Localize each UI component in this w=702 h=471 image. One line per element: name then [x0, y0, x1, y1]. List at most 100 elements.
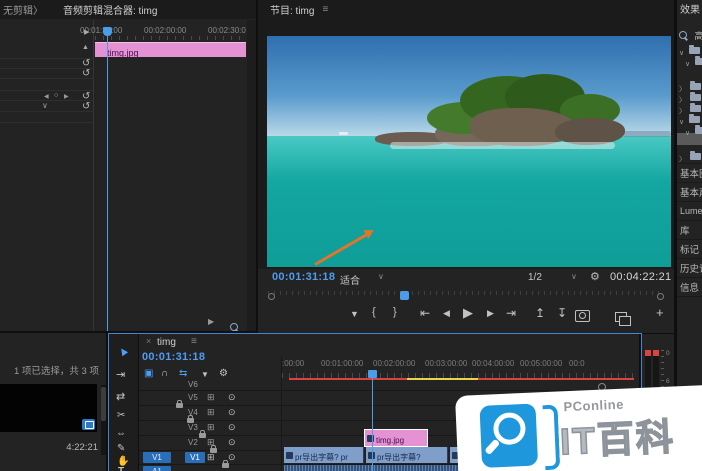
- ripple-edit-tool[interactable]: ⇄: [116, 390, 125, 403]
- play-button[interactable]: ▶: [463, 305, 473, 321]
- sync-lock-icon-v1[interactable]: ⊞: [207, 452, 215, 463]
- track-name-v6[interactable]: V6: [188, 380, 198, 389]
- ec-playhead-line[interactable]: [107, 32, 108, 331]
- lock-icon-v3[interactable]: [199, 433, 206, 438]
- timeline-panel-menu-icon[interactable]: ≡: [191, 336, 197, 347]
- zoom-select-chevron-icon[interactable]: ∨: [378, 272, 384, 281]
- tab-program[interactable]: 节目: timg: [270, 2, 314, 17]
- eye-icon-v3[interactable]: ⊙: [228, 422, 236, 433]
- razor-tool[interactable]: ✂: [117, 410, 125, 421]
- lock-icon-v1[interactable]: [222, 463, 229, 468]
- chevron-down-icon[interactable]: ∨: [685, 130, 690, 137]
- sync-lock-icon-v4[interactable]: ⊞: [207, 407, 215, 418]
- mark-out-button[interactable]: }: [393, 306, 397, 318]
- kf-next-icon[interactable]: ▶: [64, 93, 69, 100]
- clip-timg-v2[interactable]: timg.jpg: [364, 429, 428, 447]
- sync-lock-icon-v5[interactable]: ⊞: [207, 392, 215, 403]
- button-editor-plus[interactable]: +: [656, 305, 664, 320]
- step-forward-button[interactable]: ▶: [487, 308, 494, 319]
- tab-effects[interactable]: 效果: [677, 0, 702, 18]
- playback-resolution-select[interactable]: 1/2: [528, 272, 542, 283]
- pen-tool[interactable]: ✎: [117, 443, 125, 454]
- clip-v1-1[interactable]: pr导出字幕? pr: [284, 447, 364, 463]
- tab-info[interactable]: 信息: [677, 277, 702, 297]
- play-audio-icon[interactable]: ▶: [208, 317, 214, 326]
- param-expand-icon[interactable]: ∨: [42, 101, 48, 110]
- extract-button[interactable]: ↧: [557, 306, 567, 320]
- tab-markers[interactable]: 标记: [677, 239, 702, 258]
- resolution-chevron-icon[interactable]: ∨: [571, 272, 577, 281]
- track-name-v3[interactable]: V3: [188, 423, 198, 432]
- add-marker-button[interactable]: ▼: [350, 309, 359, 319]
- timeline-current-time[interactable]: 00:01:31:18: [142, 351, 205, 363]
- expand-right-icon[interactable]: ▶: [84, 28, 89, 36]
- snap-toggle-icon[interactable]: ∩: [161, 368, 168, 379]
- sync-lock-icon-v2[interactable]: ⊞: [207, 437, 215, 448]
- type-tool[interactable]: T: [118, 466, 124, 471]
- tab-no-clip[interactable]: 无剪辑〉: [3, 2, 43, 17]
- source-patch-v1[interactable]: V1: [143, 452, 171, 463]
- export-frame-button[interactable]: [575, 310, 590, 322]
- effects-search[interactable]: 高: [679, 26, 702, 39]
- timeline-settings-icon[interactable]: ⚙: [219, 368, 228, 379]
- source-patch-a1[interactable]: A1: [143, 466, 171, 471]
- bin-row[interactable]: ∨: [677, 42, 702, 53]
- scrubber-end-dot[interactable]: [657, 293, 664, 300]
- collapse-icon[interactable]: ▲: [82, 44, 89, 51]
- timeline-marker-icon[interactable]: ▼: [201, 370, 209, 379]
- tab-essential-sound[interactable]: 基本声音: [677, 182, 702, 201]
- bin-row[interactable]: 〉: [677, 148, 702, 159]
- bin-row[interactable]: 〉: [677, 78, 702, 89]
- track-name-v5[interactable]: V5: [188, 393, 198, 402]
- clip-v1-2[interactable]: pr导出字幕?: [366, 447, 448, 463]
- track-name-v2[interactable]: V2: [188, 438, 198, 447]
- tab-essential-graphics[interactable]: 基本图形: [677, 163, 702, 182]
- sync-lock-icon-v3[interactable]: ⊞: [207, 422, 215, 433]
- program-playhead[interactable]: [400, 291, 409, 300]
- bin-row[interactable]: ∨: [677, 111, 702, 122]
- tab-sequence-timg[interactable]: timg: [157, 337, 176, 348]
- timeline-tab-close-icon[interactable]: ×: [146, 336, 151, 346]
- track-select-tool[interactable]: ⇥: [116, 368, 125, 381]
- track-name-v4[interactable]: V4: [188, 408, 198, 417]
- bin-row[interactable]: 〉: [677, 100, 702, 111]
- ec-clip-bar[interactable]: timg.jpg: [95, 42, 246, 57]
- ec-scrollbar[interactable]: [247, 20, 256, 331]
- lock-icon-v5[interactable]: [176, 403, 183, 408]
- program-video[interactable]: [267, 36, 671, 267]
- project-scrollbar-thumb[interactable]: [101, 387, 106, 421]
- eye-icon-v1[interactable]: ⊙: [228, 452, 236, 463]
- goto-in-button[interactable]: ⇤: [420, 306, 430, 320]
- reset-param-icon[interactable]: ↺: [82, 68, 90, 79]
- track-name-v1[interactable]: V1: [185, 452, 205, 463]
- monitor-settings-icon[interactable]: ⚙: [590, 270, 600, 283]
- panel-menu-icon[interactable]: ≡: [322, 4, 328, 15]
- eye-icon-v5[interactable]: ⊙: [228, 392, 236, 403]
- program-current-time[interactable]: 00:01:31:18: [272, 271, 335, 283]
- tab-audio-clip-mixer[interactable]: 音频剪辑混合器: timg: [63, 2, 157, 17]
- tab-lumetri-color[interactable]: Lumetri 颜色: [677, 201, 702, 220]
- nest-toggle-icon[interactable]: ▣: [144, 368, 153, 379]
- ec-zoom-icon[interactable]: [230, 323, 238, 331]
- chevron-down-icon[interactable]: ∨: [685, 61, 690, 68]
- chevron-right-icon[interactable]: 〉: [679, 156, 686, 163]
- kf-add-icon[interactable]: ○: [54, 92, 58, 99]
- slip-tool[interactable]: ⇔: [116, 428, 126, 439]
- goto-out-button[interactable]: ⇥: [506, 306, 516, 320]
- zoom-level-select[interactable]: 适合: [340, 272, 360, 287]
- project-scrollbar[interactable]: [101, 385, 106, 455]
- bin-row[interactable]: ∨: [677, 122, 702, 133]
- tab-history[interactable]: 历史记录: [677, 258, 702, 277]
- linked-selection-icon[interactable]: ⇆: [179, 368, 187, 379]
- kf-prev-icon[interactable]: ◀: [44, 93, 49, 100]
- selection-tool[interactable]: ▲: [114, 342, 132, 360]
- bin-row[interactable]: ∨: [677, 53, 702, 64]
- reset-param-icon[interactable]: ↺: [82, 101, 90, 112]
- lift-button[interactable]: ↥: [535, 306, 545, 320]
- step-back-button[interactable]: ◀: [443, 308, 450, 319]
- project-thumbnail[interactable]: [0, 384, 97, 432]
- program-scrubber[interactable]: [268, 291, 664, 300]
- scrubber-start-dot[interactable]: [268, 293, 275, 300]
- timeline-playhead-line[interactable]: [372, 376, 373, 471]
- tab-libraries[interactable]: 库: [677, 220, 702, 239]
